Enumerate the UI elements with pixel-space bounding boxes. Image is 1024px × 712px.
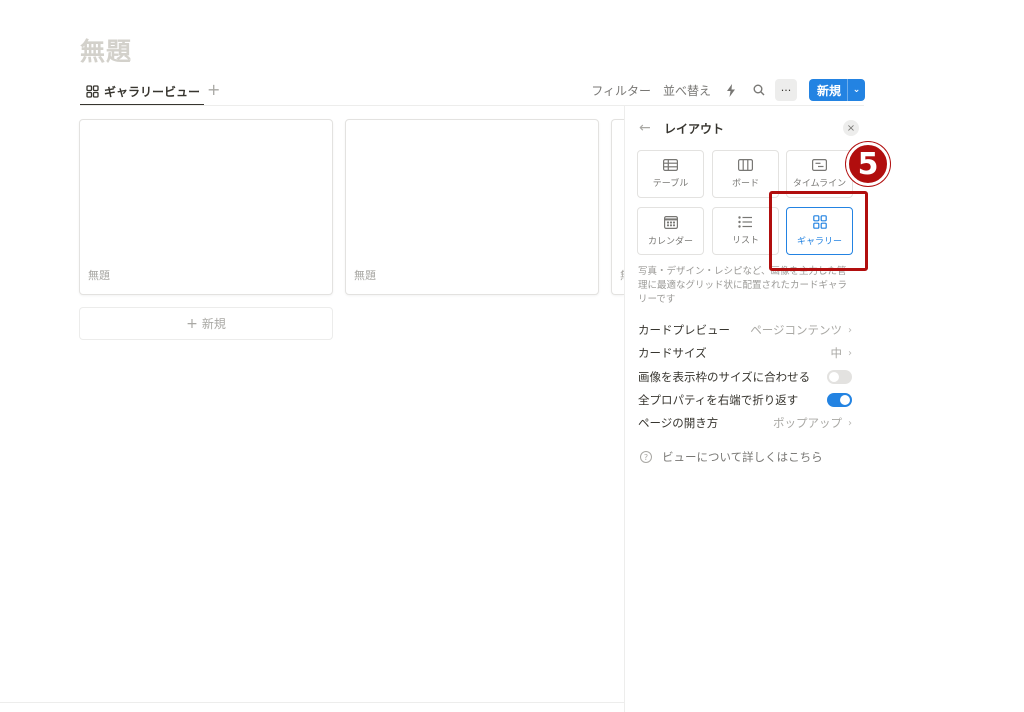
add-view-button[interactable]: + — [207, 80, 220, 100]
gallery-icon — [86, 85, 99, 98]
chevron-right-icon: › — [848, 324, 852, 336]
card-preview-value: ページコンテンツ — [750, 323, 842, 337]
layout-option-label: タイムライン — [792, 179, 847, 189]
sort-button[interactable]: 並べ替え — [663, 82, 711, 99]
panel-title: レイアウト — [664, 121, 725, 136]
automation-icon[interactable] — [723, 82, 739, 98]
setting-label: ページの開き方 — [638, 416, 719, 430]
card-size-value: 中 — [830, 346, 843, 360]
new-button[interactable]: 新規 ⌄ — [808, 79, 865, 101]
search-icon[interactable] — [751, 82, 767, 98]
layout-option-label: ギャラリー — [796, 237, 842, 247]
close-icon[interactable]: × — [843, 120, 859, 136]
bottom-divider — [0, 702, 625, 703]
layout-option-board[interactable]: ボード — [712, 150, 779, 198]
filter-button[interactable]: フィルター — [591, 82, 651, 99]
chevron-down-icon[interactable]: ⌄ — [847, 79, 865, 101]
setting-value: ページコンテンツ › — [750, 322, 852, 338]
annotation-number-badge: 5 — [846, 142, 890, 186]
card-title: 無題 — [88, 269, 110, 282]
help-label: ビューについて詳しくはこちら — [662, 450, 823, 464]
setting-label: 画像を表示枠のサイズに合わせる — [638, 370, 811, 384]
tab-label: ギャラリービュー — [104, 85, 201, 99]
calendar-icon — [663, 215, 678, 229]
layout-option-gallery[interactable]: ギャラリー — [786, 207, 853, 255]
setting-label: カードサイズ — [638, 346, 707, 360]
layout-option-label: ボード — [731, 179, 759, 189]
layout-option-label: カレンダー — [647, 236, 693, 247]
layout-option-table[interactable]: テーブル — [637, 150, 704, 198]
gallery-card[interactable]: 無題 — [79, 119, 333, 295]
setting-card-size[interactable]: カードサイズ 中 › — [638, 345, 852, 361]
timeline-icon — [812, 159, 827, 171]
plus-icon: + — [186, 315, 198, 332]
setting-card-preview[interactable]: カードプレビュー ページコンテンツ › — [638, 322, 852, 338]
help-link[interactable]: ? ビューについて詳しくはこちら — [640, 449, 823, 465]
chevron-right-icon: › — [848, 417, 852, 429]
view-toolbar: フィルター 並べ替え ··· 新規 ⌄ — [591, 79, 865, 101]
layout-description: 写真・デザイン・レシピなど、画像を主力した管理に最適なグリッド状に配置されたカー… — [638, 266, 848, 305]
fit-image-toggle[interactable] — [827, 370, 852, 384]
new-button-label: 新規 — [816, 83, 841, 98]
back-arrow-icon[interactable]: ← — [639, 120, 657, 136]
chevron-right-icon: › — [848, 347, 852, 359]
layout-option-timeline[interactable]: タイムライン — [786, 150, 853, 198]
setting-open-pages[interactable]: ページの開き方 ポップアップ › — [638, 415, 852, 431]
list-icon — [738, 216, 752, 228]
setting-fit-image: 画像を表示枠のサイズに合わせる — [638, 369, 852, 385]
setting-value: 中 › — [831, 345, 853, 361]
setting-value: ポップアップ › — [773, 415, 852, 431]
board-icon — [738, 159, 753, 171]
wrap-properties-toggle[interactable] — [827, 393, 852, 407]
new-card-label: 新規 — [201, 317, 226, 331]
gallery-card[interactable]: 無題 — [345, 119, 599, 295]
panel-header: ← レイアウト × — [639, 120, 859, 136]
table-icon — [663, 159, 678, 171]
card-title: 無題 — [354, 269, 376, 282]
setting-label: カードプレビュー — [638, 323, 730, 337]
new-card-button[interactable]: + 新規 — [79, 307, 333, 340]
more-options-button[interactable]: ··· — [774, 79, 797, 101]
help-icon: ? — [640, 451, 652, 463]
page-title[interactable]: 無題 — [80, 32, 132, 68]
layout-option-calendar[interactable]: カレンダー — [637, 207, 704, 255]
setting-wrap-properties: 全プロパティを右端で折り返す — [638, 392, 852, 408]
setting-label: 全プロパティを右端で折り返す — [638, 393, 799, 407]
layout-option-label: テーブル — [652, 179, 689, 189]
open-pages-value: ポップアップ — [773, 416, 842, 430]
gallery-icon — [812, 215, 827, 229]
layout-option-label: リスト — [731, 236, 759, 246]
layout-option-list[interactable]: リスト — [712, 207, 779, 255]
gallery-card[interactable]: 無 — [611, 119, 624, 295]
tab-gallery-view[interactable]: ギャラリービュー — [80, 79, 204, 106]
